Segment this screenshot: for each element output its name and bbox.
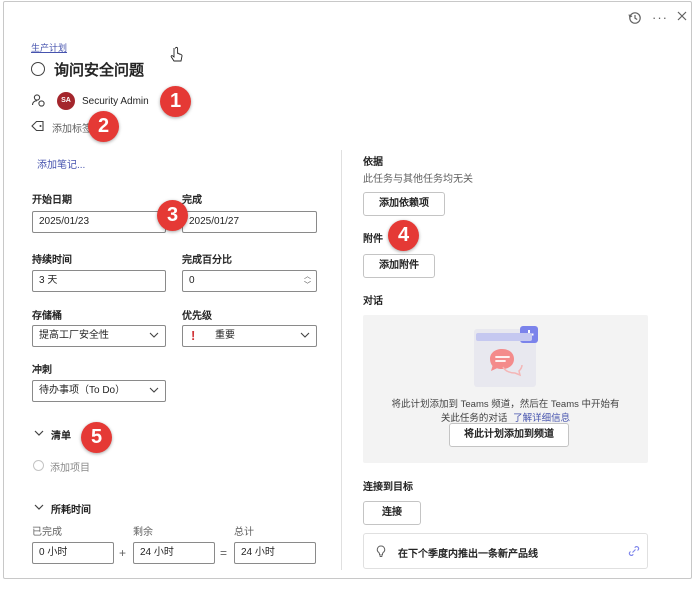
lightbulb-icon [376, 545, 386, 558]
assignee-name[interactable]: Security Admin [82, 96, 149, 107]
due-date-input[interactable]: 2025/01/27 [182, 211, 317, 233]
chevron-down-icon [149, 386, 159, 394]
assign-icon[interactable] [31, 93, 45, 107]
equals-sign: = [220, 546, 228, 560]
tag-icon [31, 120, 45, 132]
effort-total-input[interactable]: 24 小时 [234, 542, 316, 564]
close-icon[interactable] [676, 10, 688, 22]
checklist-title[interactable]: 清单 [51, 427, 71, 442]
priority-label: 优先级 [182, 311, 212, 322]
start-date-input[interactable]: 2025/01/23 [32, 211, 166, 233]
conversation-message-line1: 将此计划添加到 Teams 频道，然后在 Teams 中开始有 [391, 399, 620, 410]
add-plan-to-channel-button[interactable]: 将此计划添加到频道 [449, 423, 569, 447]
bucket-dropdown[interactable]: 提高工厂安全性 [32, 325, 166, 347]
bucket-value: 提高工厂安全性 [39, 330, 109, 341]
callout-badge-5: 5 [81, 422, 112, 453]
column-divider [341, 150, 342, 570]
percent-complete-label: 完成百分比 [182, 255, 232, 266]
priority-value: 重要 [215, 330, 235, 341]
effort-title[interactable]: 所耗时间 [51, 501, 91, 516]
stepper-arrows-icon[interactable]: ︿ ﹀ [304, 272, 311, 290]
connect-goal-button[interactable]: 连接 [363, 501, 421, 525]
goal-card[interactable]: 在下个季度内推出一条新产品线 [363, 533, 648, 569]
task-details-panel: ··· 生产计划 询问安全问题 SA Security Admin 添加标签 添… [3, 1, 692, 579]
callout-badge-3: 3 [157, 200, 188, 231]
chevron-down-icon [149, 331, 159, 339]
add-checklist-item[interactable]: 添加项目 [50, 459, 90, 474]
attachments-title: 附件 [363, 234, 383, 245]
plus-sign: + [119, 546, 127, 560]
priority-important-icon: ! [191, 328, 196, 343]
history-icon[interactable] [628, 11, 642, 25]
effort-remaining-input[interactable]: 24 小时 [133, 542, 215, 564]
more-options-icon[interactable]: ··· [652, 10, 668, 25]
sprint-value: 待办事项（To Do） [39, 385, 126, 396]
complete-task-checkbox[interactable] [31, 62, 45, 76]
sprint-label: 冲刺 [32, 365, 52, 376]
add-dependency-button[interactable]: 添加依赖项 [363, 192, 445, 216]
callout-badge-2: 2 [88, 111, 119, 142]
duration-label: 持续时间 [32, 255, 72, 266]
priority-dropdown[interactable]: ! 重要 [182, 325, 317, 347]
connect-to-goals-title: 连接到目标 [363, 482, 413, 493]
percent-complete-value: 0 [189, 275, 195, 286]
mouse-cursor-icon [170, 46, 184, 64]
chevron-down-icon [300, 331, 310, 339]
effort-total-label: 总计 [234, 527, 254, 538]
bucket-label: 存储桶 [32, 311, 62, 322]
effort-completed-input[interactable]: 0 小时 [32, 542, 114, 564]
conversation-message-line2: 关此任务的对话 了解详细信息 [363, 410, 648, 424]
add-label-button[interactable]: 添加标签 [52, 120, 92, 135]
dependencies-empty-text: 此任务与其他任务均无关 [363, 174, 473, 185]
dependencies-title: 依据 [363, 157, 383, 168]
checklist-add-circle-icon [33, 460, 44, 471]
assignee-avatar[interactable]: SA [57, 92, 75, 110]
effort-collapse-icon[interactable] [34, 503, 44, 511]
task-title[interactable]: 询问安全问题 [54, 59, 144, 80]
teams-chat-illustration-icon [470, 323, 540, 391]
checklist-collapse-icon[interactable] [34, 429, 44, 437]
effort-remaining-label: 剩余 [133, 527, 153, 538]
start-date-label: 开始日期 [32, 195, 72, 206]
conversation-title: 对话 [363, 296, 383, 307]
percent-complete-input[interactable]: 0 ︿ ﹀ [182, 270, 317, 292]
conversation-panel: 将此计划添加到 Teams 频道，然后在 Teams 中开始有 关此任务的对话 … [363, 315, 648, 463]
sprint-dropdown[interactable]: 待办事项（To Do） [32, 380, 166, 402]
goal-text: 在下个季度内推出一条新产品线 [398, 549, 538, 560]
callout-badge-1: 1 [160, 86, 191, 117]
due-date-label: 完成 [182, 195, 202, 206]
callout-badge-4: 4 [388, 220, 419, 251]
add-notes-link[interactable]: 添加笔记... [37, 156, 85, 171]
duration-input[interactable]: 3 天 [32, 270, 166, 292]
add-attachment-button[interactable]: 添加附件 [363, 254, 435, 278]
plan-breadcrumb[interactable]: 生产计划 [31, 41, 67, 54]
unlink-icon[interactable] [628, 545, 640, 557]
effort-completed-label: 已完成 [32, 527, 62, 538]
